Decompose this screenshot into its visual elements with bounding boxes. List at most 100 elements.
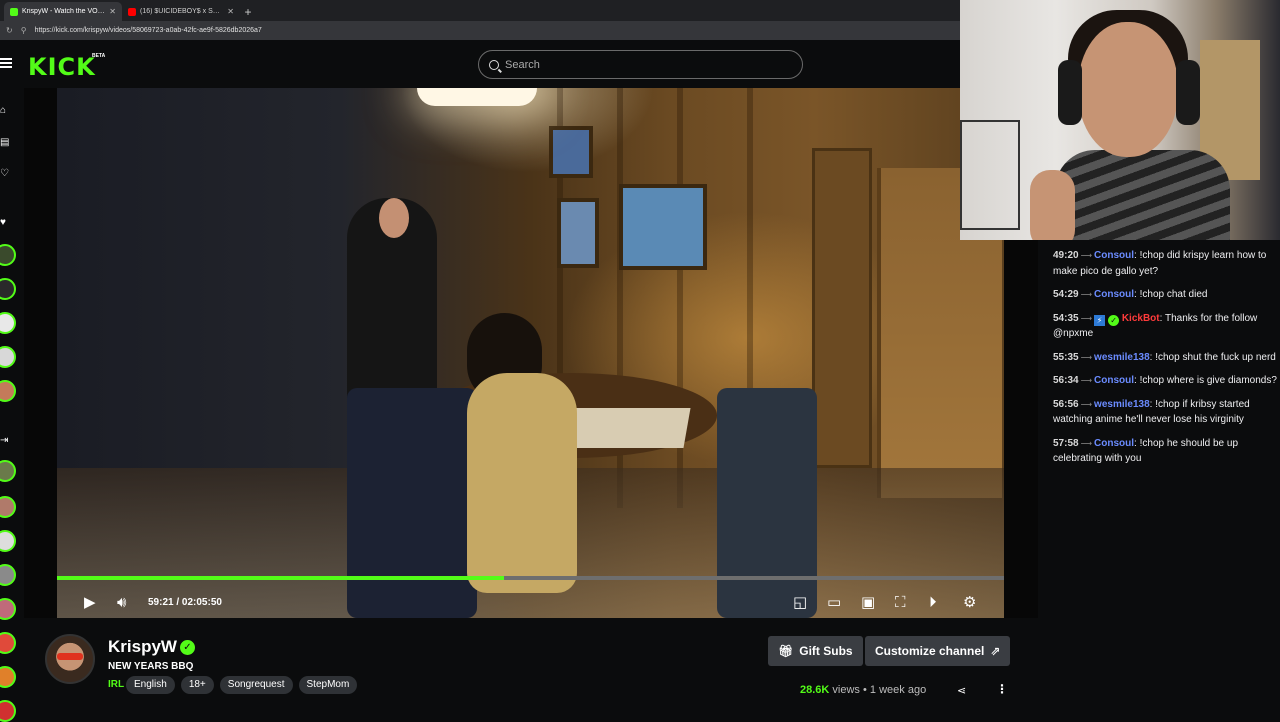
miniplayer-icon[interactable]: ◱ xyxy=(793,594,807,612)
close-tab-icon[interactable]: ✕ xyxy=(227,7,234,16)
youtube-favicon-icon xyxy=(128,7,136,16)
video-player[interactable] xyxy=(24,88,1038,618)
reply-arrow-icon: ⟶ xyxy=(1080,399,1093,409)
playback-speed-icon[interactable]: ⏵ xyxy=(929,594,937,612)
new-tab-button[interactable]: + xyxy=(240,2,256,21)
tag-songrequest[interactable]: Songrequest xyxy=(219,676,293,694)
chat-replay: 49:20 ⟶ Consoul: !chop did krispy learn ho… xyxy=(1044,248,1280,548)
address-bar[interactable]: ↻ ⚲ https://kick.com/krispyw/videos/5806… xyxy=(0,21,960,40)
chat-username[interactable]: Consoul xyxy=(1094,438,1134,449)
theater-mode-icon[interactable]: ▣ xyxy=(861,594,875,612)
site-info-icon[interactable]: ⚲ xyxy=(21,26,27,35)
followed-channel-avatar[interactable] xyxy=(0,278,16,300)
recommended-channel-avatar[interactable] xyxy=(0,632,16,654)
reply-arrow-icon: ⟶ xyxy=(1080,290,1093,299)
tag-english[interactable]: English xyxy=(126,676,175,694)
site-header: KICK BETA xyxy=(0,40,960,88)
more-options-icon[interactable]: ⋮ xyxy=(996,682,1008,696)
gift-subs-button[interactable]: 🎁︎ Gift Subs xyxy=(768,636,863,666)
hamburger-menu-icon[interactable] xyxy=(0,58,12,68)
recommended-channel-avatar[interactable] xyxy=(0,564,16,586)
reply-arrow-icon: ⟶ xyxy=(1080,376,1093,385)
left-sidebar: ⌂ ▤ ♡ ♥ ⇥ xyxy=(0,88,24,722)
favorites-icon[interactable]: ♥ xyxy=(0,218,10,228)
chat-timestamp: 54:35 xyxy=(1053,312,1079,324)
seek-bar[interactable] xyxy=(57,576,1004,580)
kick-favicon-icon xyxy=(10,7,18,16)
verified-check-icon: ✓ xyxy=(180,640,195,655)
chat-timestamp: 57:58 xyxy=(1053,437,1079,449)
chat-message: 56:56 ⟶ wesmile138: !chop if kribsy starte… xyxy=(1053,398,1250,426)
tag-stepmom[interactable]: StepMom xyxy=(298,676,358,694)
gift-icon: 🎁︎ xyxy=(778,644,794,658)
search-bar[interactable] xyxy=(478,50,803,79)
category-link[interactable]: IRL xyxy=(108,679,124,690)
recommended-channel-avatar[interactable] xyxy=(0,598,16,620)
chat-username[interactable]: Consoul xyxy=(1094,250,1134,261)
current-time: 59:21 xyxy=(148,597,174,608)
recommended-channel-avatar[interactable] xyxy=(0,666,16,688)
browser-tab-youtube[interactable]: (16) $UICIDEBOY$ x SHAKEWELL - ✕ xyxy=(122,2,240,21)
search-input[interactable] xyxy=(505,58,785,71)
followed-channel-avatar[interactable] xyxy=(0,380,16,402)
channel-name[interactable]: KrispyW xyxy=(108,637,177,657)
chat-message: 55:35 ⟶ wesmile138: !chop shut the fuck up… xyxy=(1053,351,1276,363)
customize-channel-button[interactable]: Customize channel ⇗ xyxy=(865,636,1011,666)
reload-icon[interactable]: ↻ xyxy=(6,26,13,35)
chat-username[interactable]: wesmile138 xyxy=(1094,399,1150,410)
browser-tab-kick[interactable]: KrispyW - Watch the VOD on Kick ✕ xyxy=(4,2,122,21)
video-stats: 28.6K views • 1 week ago xyxy=(800,684,927,696)
search-icon xyxy=(489,59,499,70)
chat-username[interactable]: wesmile138 xyxy=(1094,352,1150,363)
followed-channel-avatar[interactable] xyxy=(0,312,16,334)
chat-username[interactable]: Consoul xyxy=(1094,289,1134,300)
share-icon[interactable]: ⋖ xyxy=(957,684,966,697)
time-display: 59:21 / 02:05:50 xyxy=(148,597,222,608)
video-frame[interactable] xyxy=(57,88,1004,618)
reply-arrow-icon: ⟶ xyxy=(1080,313,1093,323)
home-icon[interactable]: ⌂ xyxy=(0,106,10,116)
chat-text: !chop chat died xyxy=(1139,289,1208,300)
reply-arrow-icon: ⟶ xyxy=(1080,352,1093,362)
browse-icon[interactable]: ▤ xyxy=(0,138,10,148)
chat-timestamp: 56:34 xyxy=(1053,375,1079,386)
stream-title: NEW YEARS BBQ xyxy=(108,661,194,672)
chat-username[interactable]: Consoul xyxy=(1094,375,1134,386)
clip-icon[interactable]: ▭ xyxy=(827,594,841,612)
recommended-arrow-icon[interactable]: ⇥ xyxy=(0,436,10,446)
chat-message: 56:34 ⟶ Consoul: !chop where is give diamo… xyxy=(1053,375,1277,386)
chat-message: 54:35 ⟶ ⚡ ✓ KickBot: Thanks for the follow … xyxy=(1053,312,1258,340)
fullscreen-icon[interactable]: ⛶ xyxy=(895,594,906,612)
chat-timestamp: 55:35 xyxy=(1053,351,1079,363)
recommended-channel-avatar[interactable] xyxy=(0,700,16,722)
tag-list: English 18+ Songrequest StepMom xyxy=(126,676,358,694)
duration: 02:05:50 xyxy=(181,597,222,608)
followed-channel-avatar[interactable] xyxy=(0,346,16,368)
tab-title: KrispyW - Watch the VOD on Kick xyxy=(22,8,105,15)
webcam-overlay xyxy=(960,0,1280,240)
chat-text: !chop where is give diamonds? xyxy=(1139,375,1277,386)
url-text[interactable]: https://kick.com/krispyw/videos/58069723… xyxy=(35,27,262,34)
recommended-channel-avatar[interactable] xyxy=(0,530,16,552)
tag-18plus[interactable]: 18+ xyxy=(180,676,214,694)
reply-arrow-icon: ⟶ xyxy=(1080,438,1093,448)
reply-arrow-icon: ⟶ xyxy=(1080,251,1093,260)
recommended-channel-avatar[interactable] xyxy=(0,460,16,482)
view-count: 28.6K xyxy=(800,684,830,696)
chat-message: 49:20 ⟶ Consoul: !chop did krispy learn ho… xyxy=(1053,250,1267,277)
settings-gear-icon[interactable]: ⚙ xyxy=(963,594,976,612)
following-icon[interactable]: ♡ xyxy=(0,169,10,179)
seek-bar-progress xyxy=(57,576,504,580)
upload-age: 1 week ago xyxy=(869,684,927,696)
recommended-channel-avatar[interactable] xyxy=(0,496,16,518)
logo-beta-badge: BETA xyxy=(92,53,106,59)
channel-avatar[interactable] xyxy=(45,634,95,684)
chat-username[interactable]: KickBot xyxy=(1122,313,1160,324)
tab-title: (16) $UICIDEBOY$ x SHAKEWELL - xyxy=(140,8,223,15)
volume-icon[interactable]: 🔊︎ xyxy=(117,594,126,612)
followed-channel-avatar[interactable] xyxy=(0,244,16,266)
play-icon[interactable]: ▶ xyxy=(84,594,96,612)
close-tab-icon[interactable]: ✕ xyxy=(109,7,116,16)
kick-logo[interactable]: KICK xyxy=(28,53,96,81)
chat-text: !chop shut the fuck up nerd xyxy=(1155,351,1276,363)
